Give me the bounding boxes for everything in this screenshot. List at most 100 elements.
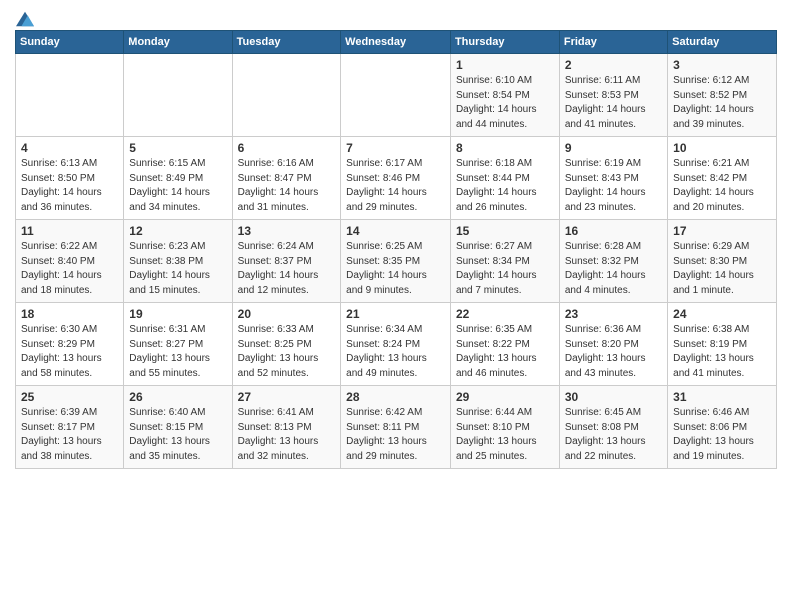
table-row: 24 Sunrise: 6:38 AM Sunset: 8:19 PM Dayli… <box>668 303 777 386</box>
day-number: 3 <box>673 58 771 72</box>
day-number: 15 <box>456 224 554 238</box>
table-row: 8Sunrise: 6:18 AM Sunset: 8:44 PM Daylig… <box>450 137 559 220</box>
day-number: 17 <box>673 224 771 238</box>
day-info: Sunrise: 6:28 AM Sunset: 8:32 PM Dayligh… <box>565 240 662 298</box>
day-number: 24 <box>673 307 771 321</box>
table-row: 17 Sunrise: 6:29 AM Sunset: 8:30 PM Dayli… <box>668 220 777 303</box>
logo-icon <box>16 10 34 28</box>
table-row: 5 Sunrise: 6:15 AM Sunset: 8:49 PM Daylig… <box>124 137 232 220</box>
day-number: 4 <box>21 141 118 155</box>
table-row <box>16 54 124 137</box>
table-row: 3 Sunrise: 6:12 AM Sunset: 8:52 PM Daylig… <box>668 54 777 137</box>
calendar-week-row: 18 Sunrise: 6:30 AM Sunset: 8:29 PM Dayli… <box>16 303 777 386</box>
header <box>15 10 777 24</box>
col-header-thursday: Thursday <box>450 31 559 54</box>
day-info: Sunrise: 6:22 AM Sunset: 8:40 PM Dayligh… <box>21 240 118 298</box>
day-info: Sunrise: 6:16 AM Sunset: 8:47 PM Dayligh… <box>238 157 336 215</box>
day-info: Sunrise: 6:46 AM Sunset: 8:06 PM Dayligh… <box>673 406 771 464</box>
day-number: 29 <box>456 390 554 404</box>
day-number: 27 <box>238 390 336 404</box>
table-row: 30 Sunrise: 6:45 AM Sunset: 8:08 PM Dayli… <box>559 386 667 469</box>
day-number: 9 <box>565 141 662 155</box>
day-number: 23 <box>565 307 662 321</box>
day-number: 20 <box>238 307 336 321</box>
col-header-tuesday: Tuesday <box>232 31 341 54</box>
day-info: Sunrise: 6:27 AM Sunset: 8:34 PM Dayligh… <box>456 240 554 298</box>
day-number: 10 <box>673 141 771 155</box>
day-number: 30 <box>565 390 662 404</box>
calendar-table: SundayMondayTuesdayWednesdayThursdayFrid… <box>15 30 777 469</box>
day-info: Sunrise: 6:44 AM Sunset: 8:10 PM Dayligh… <box>456 406 554 464</box>
table-row: 26Sunrise: 6:40 AM Sunset: 8:15 PM Dayli… <box>124 386 232 469</box>
day-info: Sunrise: 6:17 AM Sunset: 8:46 PM Dayligh… <box>346 157 445 215</box>
calendar-week-row: 1Sunrise: 6:10 AM Sunset: 8:54 PM Daylig… <box>16 54 777 137</box>
day-info: Sunrise: 6:13 AM Sunset: 8:50 PM Dayligh… <box>21 157 118 215</box>
day-number: 26 <box>129 390 226 404</box>
day-info: Sunrise: 6:33 AM Sunset: 8:25 PM Dayligh… <box>238 323 336 381</box>
table-row: 18 Sunrise: 6:30 AM Sunset: 8:29 PM Dayli… <box>16 303 124 386</box>
day-info: Sunrise: 6:39 AM Sunset: 8:17 PM Dayligh… <box>21 406 118 464</box>
day-info: Sunrise: 6:31 AM Sunset: 8:27 PM Dayligh… <box>129 323 226 381</box>
day-number: 28 <box>346 390 445 404</box>
table-row: 31 Sunrise: 6:46 AM Sunset: 8:06 PM Dayli… <box>668 386 777 469</box>
col-header-monday: Monday <box>124 31 232 54</box>
day-number: 18 <box>21 307 118 321</box>
day-info: Sunrise: 6:42 AM Sunset: 8:11 PM Dayligh… <box>346 406 445 464</box>
day-info: Sunrise: 6:21 AM Sunset: 8:42 PM Dayligh… <box>673 157 771 215</box>
day-number: 5 <box>129 141 226 155</box>
day-info: Sunrise: 6:30 AM Sunset: 8:29 PM Dayligh… <box>21 323 118 381</box>
day-info: Sunrise: 6:19 AM Sunset: 8:43 PM Dayligh… <box>565 157 662 215</box>
table-row: 25 Sunrise: 6:39 AM Sunset: 8:17 PM Dayli… <box>16 386 124 469</box>
day-info: Sunrise: 6:11 AM Sunset: 8:53 PM Dayligh… <box>565 74 662 132</box>
table-row: 14Sunrise: 6:25 AM Sunset: 8:35 PM Dayli… <box>341 220 451 303</box>
table-row: 6 Sunrise: 6:16 AM Sunset: 8:47 PM Daylig… <box>232 137 341 220</box>
day-info: Sunrise: 6:24 AM Sunset: 8:37 PM Dayligh… <box>238 240 336 298</box>
table-row: 19 Sunrise: 6:31 AM Sunset: 8:27 PM Dayli… <box>124 303 232 386</box>
day-number: 16 <box>565 224 662 238</box>
table-row: 11 Sunrise: 6:22 AM Sunset: 8:40 PM Dayli… <box>16 220 124 303</box>
col-header-saturday: Saturday <box>668 31 777 54</box>
day-info: Sunrise: 6:23 AM Sunset: 8:38 PM Dayligh… <box>129 240 226 298</box>
table-row: 12Sunrise: 6:23 AM Sunset: 8:38 PM Dayli… <box>124 220 232 303</box>
day-info: Sunrise: 6:15 AM Sunset: 8:49 PM Dayligh… <box>129 157 226 215</box>
day-number: 21 <box>346 307 445 321</box>
day-number: 8 <box>456 141 554 155</box>
col-header-wednesday: Wednesday <box>341 31 451 54</box>
table-row: 29 Sunrise: 6:44 AM Sunset: 8:10 PM Dayli… <box>450 386 559 469</box>
table-row: 20 Sunrise: 6:33 AM Sunset: 8:25 PM Dayli… <box>232 303 341 386</box>
day-number: 11 <box>21 224 118 238</box>
table-row: 1Sunrise: 6:10 AM Sunset: 8:54 PM Daylig… <box>450 54 559 137</box>
col-header-friday: Friday <box>559 31 667 54</box>
day-info: Sunrise: 6:29 AM Sunset: 8:30 PM Dayligh… <box>673 240 771 298</box>
day-info: Sunrise: 6:12 AM Sunset: 8:52 PM Dayligh… <box>673 74 771 132</box>
calendar-week-row: 25 Sunrise: 6:39 AM Sunset: 8:17 PM Dayli… <box>16 386 777 469</box>
table-row: 16 Sunrise: 6:28 AM Sunset: 8:32 PM Dayli… <box>559 220 667 303</box>
table-row: 27 Sunrise: 6:41 AM Sunset: 8:13 PM Dayli… <box>232 386 341 469</box>
table-row: 2 Sunrise: 6:11 AM Sunset: 8:53 PM Daylig… <box>559 54 667 137</box>
day-info: Sunrise: 6:38 AM Sunset: 8:19 PM Dayligh… <box>673 323 771 381</box>
calendar-week-row: 11 Sunrise: 6:22 AM Sunset: 8:40 PM Dayli… <box>16 220 777 303</box>
calendar-week-row: 4 Sunrise: 6:13 AM Sunset: 8:50 PM Daylig… <box>16 137 777 220</box>
table-row: 10 Sunrise: 6:21 AM Sunset: 8:42 PM Dayli… <box>668 137 777 220</box>
table-row: 28 Sunrise: 6:42 AM Sunset: 8:11 PM Dayli… <box>341 386 451 469</box>
table-row: 4 Sunrise: 6:13 AM Sunset: 8:50 PM Daylig… <box>16 137 124 220</box>
table-row: 7Sunrise: 6:17 AM Sunset: 8:46 PM Daylig… <box>341 137 451 220</box>
day-info: Sunrise: 6:41 AM Sunset: 8:13 PM Dayligh… <box>238 406 336 464</box>
table-row: 9 Sunrise: 6:19 AM Sunset: 8:43 PM Daylig… <box>559 137 667 220</box>
table-row: 13Sunrise: 6:24 AM Sunset: 8:37 PM Dayli… <box>232 220 341 303</box>
table-row <box>232 54 341 137</box>
col-header-sunday: Sunday <box>16 31 124 54</box>
day-number: 31 <box>673 390 771 404</box>
page-container: SundayMondayTuesdayWednesdayThursdayFrid… <box>0 0 792 612</box>
day-number: 2 <box>565 58 662 72</box>
logo <box>15 10 34 24</box>
day-number: 19 <box>129 307 226 321</box>
day-number: 25 <box>21 390 118 404</box>
day-number: 6 <box>238 141 336 155</box>
day-number: 22 <box>456 307 554 321</box>
table-row <box>341 54 451 137</box>
day-number: 1 <box>456 58 554 72</box>
day-info: Sunrise: 6:45 AM Sunset: 8:08 PM Dayligh… <box>565 406 662 464</box>
table-row: 22Sunrise: 6:35 AM Sunset: 8:22 PM Dayli… <box>450 303 559 386</box>
table-row: 15 Sunrise: 6:27 AM Sunset: 8:34 PM Dayli… <box>450 220 559 303</box>
